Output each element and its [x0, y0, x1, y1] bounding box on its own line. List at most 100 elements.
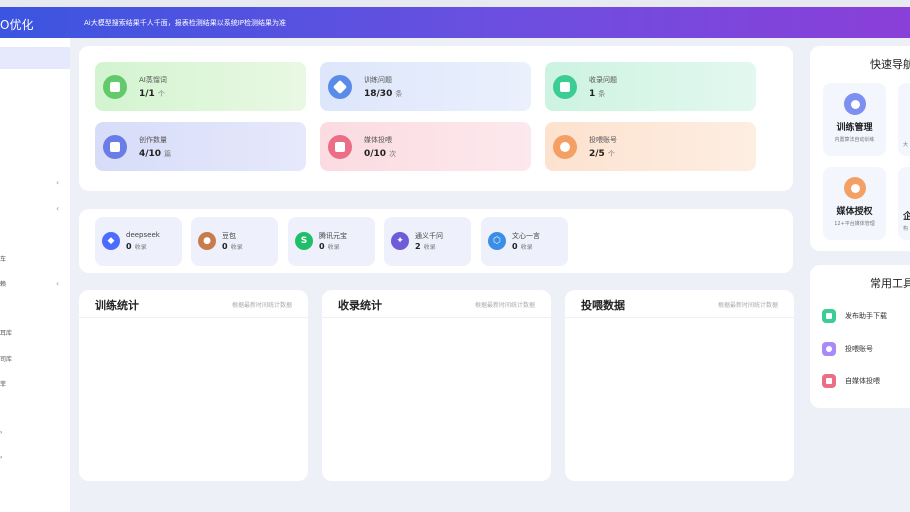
chart-panel-feed: 投喂数据 根据最新时间统计数据	[565, 290, 794, 481]
chart-subtitle: 根据最新时间统计数据	[717, 302, 778, 309]
sidebar: ‹ ‹ 车 赖 ‹ 耳库 司库 菲 › ›	[0, 38, 70, 512]
chart-panel-training: 训练统计 根据最新时间统计数据	[79, 290, 308, 481]
chart-subtitle: 根据最新时间统计数据	[474, 302, 535, 309]
quick-nav-label: 媒体授权	[836, 207, 873, 217]
stat-label: AI蒸馏词	[139, 76, 167, 84]
model-name: 豆包	[222, 232, 236, 240]
tool-label: 自媒体投喂	[845, 377, 880, 385]
model-name: 通义千问	[415, 232, 443, 240]
model-card-yuanbao[interactable]: S 腾讯元宝 0 收录	[288, 217, 375, 266]
user-circle-icon	[844, 177, 866, 199]
sidebar-item-active[interactable]	[0, 47, 70, 69]
notice-banner: Ai大模型搜索结果千人千面，报表检测结果以系统IP检测结果为准	[84, 19, 287, 27]
chevron-left-icon[interactable]: ‹	[56, 279, 59, 288]
stat-label: 创作数量	[139, 136, 167, 144]
chart-panel-indexing: 收录统计 根据最新时间统计数据	[322, 290, 551, 481]
sidebar-item-label[interactable]: 菲	[0, 379, 6, 388]
stat-label: 训练问题	[364, 76, 392, 84]
quick-nav-sub: 构	[903, 226, 909, 232]
quick-nav-label: 训练管理	[836, 123, 873, 133]
stat-card-ai-words[interactable]: AI蒸馏词 1/1 个	[95, 62, 306, 111]
stat-label: 媒体投喂	[364, 136, 392, 144]
doubao-avatar-icon: ●	[198, 232, 216, 250]
quick-nav-training[interactable]: 训练管理 内置算法自动训练	[823, 83, 886, 156]
model-name: 文心一言	[512, 232, 540, 240]
stat-card-indexed-questions[interactable]: 收录问题 1条	[545, 62, 756, 111]
wallet-icon	[553, 75, 577, 99]
tools-panel: 常用工具 发布助手下载 投喂账号 自媒体投喂	[810, 265, 910, 408]
tool-label: 发布助手下载	[845, 312, 887, 320]
chart-title: 训练统计	[95, 299, 139, 312]
yuanbao-icon: S	[295, 232, 313, 250]
model-name: deepseek	[126, 231, 160, 239]
sidebar-item-label[interactable]: 车	[0, 254, 6, 263]
model-card-deepseek[interactable]: ◆ deepseek 0 收录	[95, 217, 182, 266]
model-card-doubao[interactable]: ● 豆包 0 收录	[191, 217, 278, 266]
quick-nav-title: 快速导航	[870, 58, 910, 71]
tool-publish-download[interactable]: 发布助手下载	[822, 305, 910, 327]
quick-nav-media-auth[interactable]: 媒体授权 12+平台媒体管理	[823, 167, 886, 240]
stat-value: 18/30 条	[364, 89, 403, 99]
media-icon	[822, 374, 836, 388]
model-count: 2 收录	[415, 242, 436, 251]
model-count: 0 收录	[222, 242, 243, 251]
model-count: 0 收录	[126, 242, 147, 251]
stat-value: 2/5 个	[589, 149, 615, 159]
model-card-wenxin[interactable]: ⬡ 文心一言 0 收录	[481, 217, 568, 266]
chart-title: 投喂数据	[581, 299, 625, 312]
stat-value: 1条	[589, 89, 606, 99]
divider	[79, 317, 308, 318]
folder-icon	[103, 135, 127, 159]
stat-card-creations[interactable]: 创作数量 4/10 篇	[95, 122, 306, 171]
sidebar-item-label[interactable]: 耳库	[0, 328, 12, 337]
model-card-tongyi[interactable]: ✦ 通义千问 2 收录	[384, 217, 471, 266]
stat-card-media-feed[interactable]: 媒体投喂 0/10 次	[320, 122, 531, 171]
clipboard-icon	[822, 309, 836, 323]
chevron-right-icon[interactable]: ›	[0, 454, 2, 461]
sidebar-item-label[interactable]: 赖	[0, 279, 6, 288]
cart-icon	[328, 135, 352, 159]
stats-panel: AI蒸馏词 1/1 个 训练问题 18/30 条 收录问题 1条 创作数量 4/10…	[79, 46, 793, 191]
chevron-right-icon[interactable]: ›	[0, 429, 2, 436]
top-strip	[0, 0, 910, 7]
quick-nav-sub: 内置算法自动训练	[834, 137, 875, 143]
chart-title: 收录统计	[338, 299, 382, 312]
deepseek-whale-icon: ◆	[102, 232, 120, 250]
stat-card-training-questions[interactable]: 训练问题 18/30 条	[320, 62, 531, 111]
quick-nav-label: 企	[903, 212, 910, 222]
quick-nav-sub: 12+平台媒体管理	[834, 221, 875, 227]
quick-nav-card-partial[interactable]: 大	[898, 83, 910, 156]
quick-nav-sub: 大	[903, 142, 909, 148]
divider	[565, 317, 794, 318]
tool-self-media[interactable]: 自媒体投喂	[822, 370, 910, 392]
models-panel: ◆ deepseek 0 收录 ● 豆包 0 收录 S 腾讯元宝 0 收录 ✦ 通义千…	[79, 209, 793, 273]
quick-nav-card-partial[interactable]: 企 构	[898, 167, 910, 240]
cloud-icon	[844, 93, 866, 115]
wenxin-icon: ⬡	[488, 232, 506, 250]
stat-value: 4/10 篇	[139, 149, 172, 159]
stat-value: 0/10 次	[364, 149, 397, 159]
stat-card-feed-accounts[interactable]: 投喂账号 2/5 个	[545, 122, 756, 171]
sidebar-item-label[interactable]: 司库	[0, 354, 12, 363]
chevron-left-icon[interactable]: ‹	[56, 204, 59, 213]
document-icon	[103, 75, 127, 99]
stat-value: 1/1 个	[139, 89, 165, 99]
brand-title: O优化	[0, 18, 34, 32]
tool-feed-account[interactable]: 投喂账号	[822, 338, 910, 360]
stat-label: 投喂账号	[589, 136, 617, 144]
quick-nav-panel: 快速导航 训练管理 内置算法自动训练 媒体授权 12+平台媒体管理 大 企 构	[810, 46, 910, 251]
account-icon	[822, 342, 836, 356]
chevron-left-icon[interactable]: ‹	[56, 178, 59, 187]
tools-title: 常用工具	[870, 277, 910, 290]
tool-label: 投喂账号	[845, 345, 873, 353]
chart-subtitle: 根据最新时间统计数据	[231, 302, 292, 309]
model-count: 0 收录	[512, 242, 533, 251]
user-icon	[553, 135, 577, 159]
top-bar: O优化 Ai大模型搜索结果千人千面，报表检测结果以系统IP检测结果为准	[0, 7, 910, 38]
tongyi-icon: ✦	[391, 232, 409, 250]
model-count: 0 收录	[319, 242, 340, 251]
model-name: 腾讯元宝	[319, 232, 347, 240]
divider	[322, 317, 551, 318]
compass-icon	[328, 75, 352, 99]
stat-label: 收录问题	[589, 76, 617, 84]
